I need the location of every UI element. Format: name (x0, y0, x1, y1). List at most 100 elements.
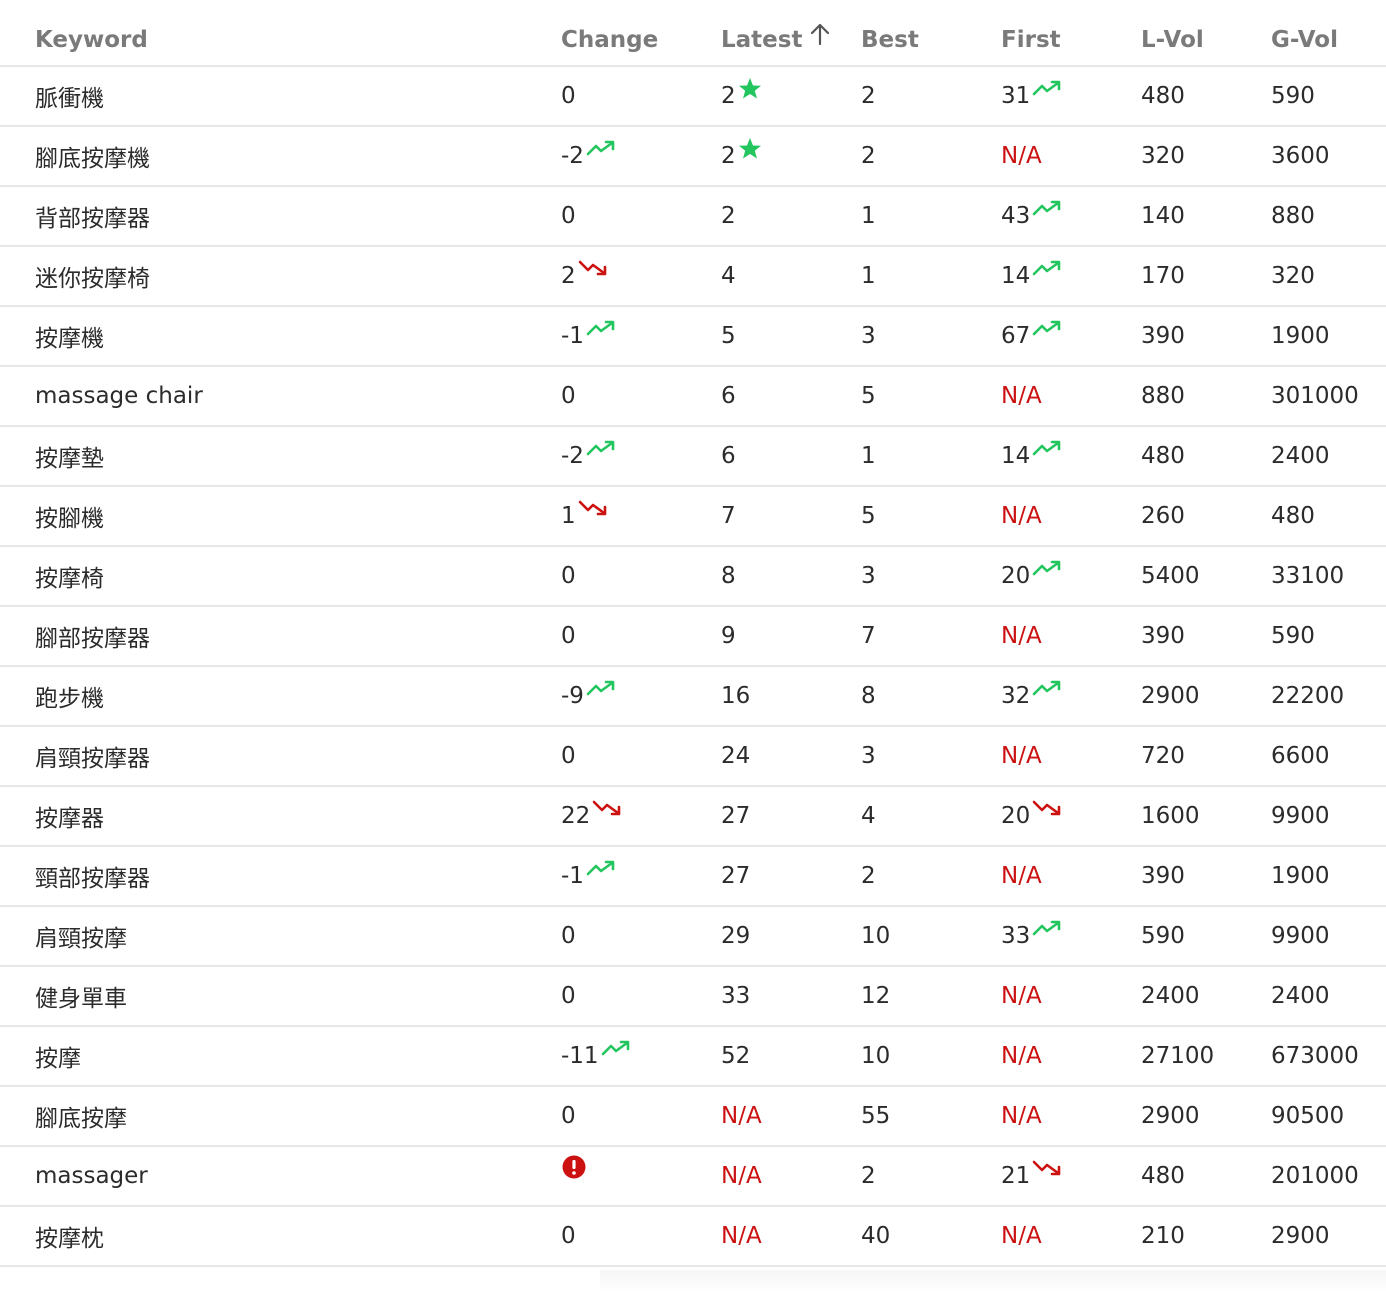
keyword-cell[interactable]: 按摩墊 (35, 427, 104, 485)
latest-cell: 7 (721, 503, 736, 529)
keyword-cell[interactable]: 按摩枕 (35, 1207, 104, 1265)
trend-up-icon (586, 860, 616, 876)
best-cell: 2 (861, 143, 876, 169)
keyword-cell[interactable]: 按摩機 (35, 307, 104, 365)
keyword-cell[interactable]: 頸部按摩器 (35, 847, 150, 905)
l-vol-cell: 2400 (1141, 983, 1200, 1009)
keyword-cell[interactable]: 肩頸按摩器 (35, 727, 150, 785)
keyword-cell[interactable]: massage chair (35, 367, 203, 425)
change-cell: -1 (561, 307, 616, 365)
trend-up-icon (1032, 260, 1062, 276)
first-cell: N/A (1001, 983, 1042, 1009)
arrow-up-icon[interactable] (810, 23, 830, 51)
latest-cell: 27 (721, 863, 751, 889)
g-vol-cell: 9900 (1271, 803, 1330, 829)
table-row[interactable]: 腳底按摩機 -2 2 2 N/A 320 3600 (0, 127, 1386, 187)
column-header-first[interactable]: First (1001, 0, 1061, 65)
table-row[interactable]: massager N/A 2 21 480 201000 (0, 1147, 1386, 1207)
keyword-cell[interactable]: 按腳機 (35, 487, 104, 545)
trend-down-icon (592, 800, 622, 816)
change-cell: 0 (561, 923, 576, 949)
trend-up-icon (1032, 320, 1062, 336)
table-row[interactable]: 按摩墊 -2 6 1 14 480 2400 (0, 427, 1386, 487)
first-cell: N/A (1001, 503, 1042, 529)
l-vol-cell: 480 (1141, 1163, 1185, 1189)
table-row[interactable]: 按摩枕 0 N/A 40 N/A 210 2900 (0, 1207, 1386, 1267)
table-row[interactable]: 腳底按摩 0 N/A 55 N/A 2900 90500 (0, 1087, 1386, 1147)
g-vol-cell: 1900 (1271, 323, 1330, 349)
g-vol-cell: 6600 (1271, 743, 1330, 769)
table-row[interactable]: 按摩椅 0 8 3 20 5400 33100 (0, 547, 1386, 607)
table-row[interactable]: 按摩 -11 52 10 N/A 27100 673000 (0, 1027, 1386, 1087)
keyword-cell[interactable]: 肩頸按摩 (35, 907, 127, 965)
best-cell: 40 (861, 1223, 891, 1249)
best-cell: 8 (861, 683, 876, 709)
keyword-cell[interactable]: 健身單車 (35, 967, 127, 1025)
l-vol-cell: 140 (1141, 203, 1185, 229)
table-row[interactable]: 健身單車 0 33 12 N/A 2400 2400 (0, 967, 1386, 1027)
keyword-cell[interactable]: 按摩椅 (35, 547, 104, 605)
l-vol-cell: 390 (1141, 323, 1185, 349)
change-cell: 0 (561, 983, 576, 1009)
keyword-cell[interactable]: 背部按摩器 (35, 187, 150, 245)
keyword-cell[interactable]: 按摩 (35, 1027, 81, 1085)
latest-cell: 16 (721, 683, 751, 709)
table-row[interactable]: 肩頸按摩器 0 24 3 N/A 720 6600 (0, 727, 1386, 787)
change-cell (561, 1147, 586, 1205)
table-row[interactable]: 背部按摩器 0 2 1 43 140 880 (0, 187, 1386, 247)
table-row[interactable]: 按摩器 22 27 4 20 1600 9900 (0, 787, 1386, 847)
g-vol-cell: 2900 (1271, 1223, 1330, 1249)
column-header-l-vol[interactable]: L-Vol (1141, 0, 1204, 65)
l-vol-cell: 590 (1141, 923, 1185, 949)
alert-icon (562, 1155, 586, 1185)
l-vol-cell: 480 (1141, 443, 1185, 469)
table-row[interactable]: massage chair 0 6 5 N/A 880 301000 (0, 367, 1386, 427)
keyword-cell[interactable]: 腳部按摩器 (35, 607, 150, 665)
first-cell: 14 (1001, 247, 1062, 305)
best-cell: 12 (861, 983, 891, 1009)
column-header-change[interactable]: Change (561, 0, 658, 65)
table-row[interactable]: 按摩機 -1 5 3 67 390 1900 (0, 307, 1386, 367)
change-cell: 0 (561, 1103, 576, 1129)
keyword-cell[interactable]: 脈衝機 (35, 67, 104, 125)
keyword-cell[interactable]: 迷你按摩椅 (35, 247, 150, 305)
first-cell: 21 (1001, 1147, 1062, 1205)
first-cell: 67 (1001, 307, 1062, 365)
g-vol-cell: 3600 (1271, 143, 1330, 169)
trend-up-icon (601, 1040, 631, 1056)
g-vol-cell: 2400 (1271, 983, 1330, 1009)
first-cell: N/A (1001, 1103, 1042, 1129)
trend-up-icon (1032, 560, 1062, 576)
column-header-best[interactable]: Best (861, 0, 919, 65)
trend-up-icon (586, 320, 616, 336)
table-row[interactable]: 頸部按摩器 -1 27 2 N/A 390 1900 (0, 847, 1386, 907)
keyword-cell[interactable]: massager (35, 1147, 148, 1205)
change-cell: -1 (561, 847, 616, 905)
g-vol-cell: 673000 (1271, 1043, 1359, 1069)
latest-cell: 27 (721, 803, 751, 829)
column-header-g-vol[interactable]: G-Vol (1271, 0, 1338, 65)
keyword-cell[interactable]: 按摩器 (35, 787, 104, 845)
table-row[interactable]: 跑步機 -9 16 8 32 2900 22200 (0, 667, 1386, 727)
star-icon (738, 137, 762, 159)
table-row[interactable]: 腳部按摩器 0 9 7 N/A 390 590 (0, 607, 1386, 667)
best-cell: 1 (861, 263, 876, 289)
column-header-latest[interactable]: Latest (721, 0, 830, 65)
table-row[interactable]: 肩頸按摩 0 29 10 33 590 9900 (0, 907, 1386, 967)
keyword-cell[interactable]: 跑步機 (35, 667, 104, 725)
column-header-keyword[interactable]: Keyword (35, 0, 148, 65)
first-cell: 31 (1001, 67, 1062, 125)
keyword-cell[interactable]: 腳底按摩機 (35, 127, 150, 185)
l-vol-cell: 210 (1141, 1223, 1185, 1249)
l-vol-cell: 2900 (1141, 683, 1200, 709)
table-row[interactable]: 按腳機 1 7 5 N/A 260 480 (0, 487, 1386, 547)
first-cell: N/A (1001, 383, 1042, 409)
keyword-cell[interactable]: 腳底按摩 (35, 1087, 127, 1145)
table-row[interactable]: 迷你按摩椅 2 4 1 14 170 320 (0, 247, 1386, 307)
g-vol-cell: 320 (1271, 263, 1315, 289)
change-cell: 0 (561, 1223, 576, 1249)
table-row[interactable]: 脈衝機 0 2 2 31 480 590 (0, 67, 1386, 127)
change-cell: 2 (561, 247, 608, 305)
best-cell: 5 (861, 383, 876, 409)
star-icon (738, 77, 762, 99)
